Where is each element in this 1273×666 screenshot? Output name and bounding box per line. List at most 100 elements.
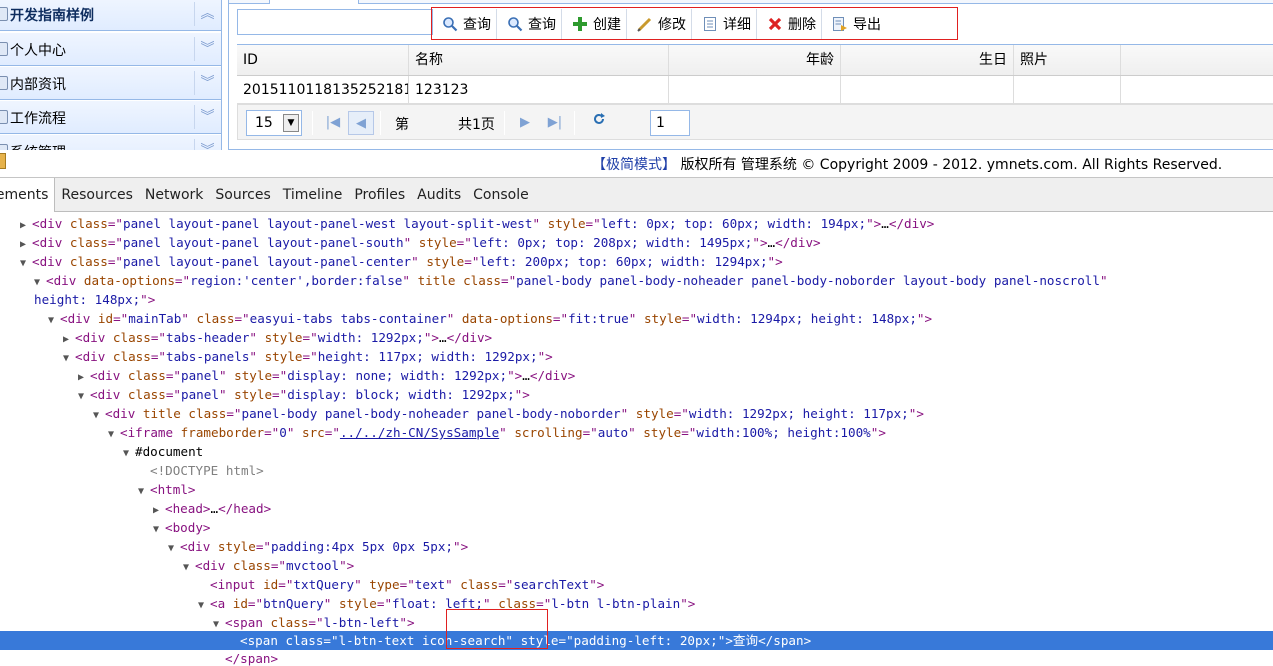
dom-node[interactable]: <!DOCTYPE html> xyxy=(0,461,1273,480)
page-prefix: 第 xyxy=(395,117,409,133)
toolbar: 查询 查询 创建 修改 详细 删除 导出 xyxy=(431,7,958,40)
sidebar-item-label: 内部资讯 xyxy=(10,77,66,93)
column-header-name[interactable]: 名称 xyxy=(409,45,669,75)
column-header-id[interactable]: ID xyxy=(237,45,409,75)
dom-node[interactable]: ▼ <div class="panel" style="display: bloc… xyxy=(0,385,1273,404)
cell-photo xyxy=(1014,76,1121,103)
export-icon xyxy=(831,15,849,33)
sidebar-item-workflow[interactable]: 工作流程 ︾ xyxy=(0,101,221,134)
next-page-icon[interactable]: ▶ xyxy=(512,111,538,135)
dom-node[interactable]: ▶ <div class="panel" style="display: none… xyxy=(0,366,1273,385)
app-icon xyxy=(0,153,6,169)
column-header-birthday[interactable]: 生日 xyxy=(841,45,1014,75)
dom-node-continuation: height: 148px;"> xyxy=(34,292,156,307)
document-icon xyxy=(701,15,719,33)
sidebar-item-label: 工作流程 xyxy=(10,111,66,127)
dom-node[interactable]: ▼ <div id="mainTab" class="easyui-tabs ta… xyxy=(0,309,1273,328)
dom-node[interactable]: ▼ <div class="tabs-panels" style="height:… xyxy=(0,347,1273,366)
search-icon xyxy=(506,15,524,33)
dom-node[interactable]: ▼ <span class="l-btn-left"> xyxy=(0,613,1273,632)
cell-birthday xyxy=(841,76,1014,103)
delete-x-icon xyxy=(766,15,784,33)
pencil-icon xyxy=(636,15,654,33)
search-input[interactable] xyxy=(237,9,433,35)
simple-mode-link[interactable]: 【极简模式】 xyxy=(592,157,676,173)
column-header-age[interactable]: 年龄 xyxy=(669,45,841,75)
edit-button[interactable]: 修改 xyxy=(627,8,692,39)
dom-tree: ▶ <div class="panel layout-panel layout-p… xyxy=(0,214,1273,666)
tab-network[interactable]: Network xyxy=(139,178,209,212)
table-row[interactable]: 2015110118135252181 123123 xyxy=(237,76,1273,104)
dom-node[interactable]: ▼ <body> xyxy=(0,518,1273,537)
chevron-up-icon[interactable]: ︽ xyxy=(194,2,220,26)
chevron-down-icon[interactable]: ︾ xyxy=(194,71,220,95)
dropdown-arrow-icon: ▼ xyxy=(283,114,299,132)
sidebar-item-label: 开发指南样例 xyxy=(10,8,94,24)
tab-active[interactable] xyxy=(269,0,359,4)
pager-separator xyxy=(380,111,381,135)
chevron-down-icon[interactable]: ︾ xyxy=(194,139,220,150)
sidebar-item-label: 系统管理 xyxy=(10,142,66,150)
dom-node[interactable]: ▶ <head>…</head> xyxy=(0,499,1273,518)
dom-node[interactable]: ▶ <div class="panel layout-panel layout-p… xyxy=(0,233,1273,252)
dom-node-selected[interactable]: <span class="l-btn-text icon-search" sty… xyxy=(0,631,1273,650)
tab-sources[interactable]: Sources xyxy=(209,178,276,212)
prev-page-icon[interactable]: ◀ xyxy=(348,111,374,135)
pager-separator xyxy=(312,111,313,135)
footer-text: 【极简模式】 版权所有 管理系统 © Copyright 2009 - 2012… xyxy=(592,154,1222,174)
dom-node[interactable]: ▼ <div style="padding:4px 5px 0px 5px;"> xyxy=(0,537,1273,556)
plus-icon xyxy=(571,15,589,33)
query-button[interactable]: 查询 xyxy=(432,8,497,39)
sidebar-item-internal-news[interactable]: 内部资讯 ︾ xyxy=(0,67,221,100)
dom-node[interactable]: ▼ <div data-options="region:'center',bord… xyxy=(0,271,1273,290)
delete-button[interactable]: 删除 xyxy=(757,8,822,39)
dom-node[interactable]: ▼ <iframe frameborder="0" src="../../zh-C… xyxy=(0,423,1273,442)
export-button[interactable]: 导出 xyxy=(822,9,886,39)
chevron-down-icon[interactable]: ︾ xyxy=(194,105,220,129)
page-size-select[interactable]: 15 ▼ xyxy=(246,110,302,136)
chevron-down-icon[interactable]: ︾ xyxy=(194,37,220,61)
dom-node[interactable]: ▼ #document xyxy=(0,442,1273,461)
page-number-input[interactable] xyxy=(650,110,690,136)
sidebar-item-dev-guide[interactable]: 开发指南样例 ︽ xyxy=(0,0,221,31)
detail-button[interactable]: 详细 xyxy=(692,8,757,39)
tabs-header xyxy=(229,0,1273,4)
page-total: 共1页 xyxy=(458,117,495,133)
create-button[interactable]: 创建 xyxy=(562,8,627,39)
tab-console[interactable]: Console xyxy=(467,178,535,212)
last-page-icon[interactable]: ▶| xyxy=(542,111,568,135)
sidebar-item-system-admin[interactable]: 系统管理 ︾ xyxy=(0,135,221,150)
folder-icon xyxy=(0,110,8,124)
data-grid: ID 名称 年龄 生日 照片 2015110118135252181 12312… xyxy=(237,44,1273,104)
first-page-icon[interactable]: |◀ xyxy=(320,111,346,135)
dom-node[interactable]: ▼ <html> xyxy=(0,480,1273,499)
sidebar-item-personal-center[interactable]: 个人中心 ︾ xyxy=(0,33,221,66)
dom-node[interactable]: ▼ <div class="mvctool"> xyxy=(0,556,1273,575)
dom-node[interactable]: </span> xyxy=(0,649,1273,666)
column-header-photo[interactable]: 照片 xyxy=(1014,45,1121,75)
dom-node[interactable]: ▼ <div title class="panel-body panel-body… xyxy=(0,404,1273,423)
dom-node[interactable]: ▶ <div class="panel layout-panel layout-p… xyxy=(0,214,1273,233)
tab-profiles[interactable]: Profiles xyxy=(348,178,411,212)
dom-node[interactable]: ▼ <div class="panel layout-panel layout-p… xyxy=(0,252,1273,271)
tab-resources[interactable]: Resources xyxy=(55,178,139,212)
copyright-text: 版权所有 管理系统 © Copyright 2009 - 2012. ymnet… xyxy=(676,157,1223,173)
cell-name: 123123 xyxy=(409,76,669,103)
query-button-2[interactable]: 查询 xyxy=(497,8,562,39)
devtools-tabbar: lements Resources Network Sources Timeli… xyxy=(0,177,1273,212)
sidebar-item-label: 个人中心 xyxy=(10,43,66,59)
dom-node[interactable]: <input id="txtQuery" type="text" class="… xyxy=(0,575,1273,594)
tab-audits[interactable]: Audits xyxy=(411,178,467,212)
dom-node[interactable]: ▼ <a id="btnQuery" style="float: left;" c… xyxy=(0,594,1273,613)
tab-elements[interactable]: lements xyxy=(0,177,56,212)
pager-separator xyxy=(504,111,505,135)
refresh-icon[interactable] xyxy=(586,111,612,135)
sidebar-accordion: 开发指南样例 ︽ 个人中心 ︾ 内部资讯 ︾ 工作流程 ︾ 系统管理 ︾ xyxy=(0,0,222,150)
tab-timeline[interactable]: Timeline xyxy=(277,178,349,212)
cell-age xyxy=(669,76,841,103)
cell-id: 2015110118135252181 xyxy=(237,76,409,103)
center-panel: 查询 查询 创建 修改 详细 删除 导出 ID 名称 年龄 生日 照片 2015… xyxy=(228,0,1273,150)
dom-node[interactable]: ▶ <div class="tabs-header" style="width: … xyxy=(0,328,1273,347)
folder-icon xyxy=(0,76,8,90)
pagination-bar: 15 ▼ |◀ ◀ 第 共1页 ▶ ▶| xyxy=(237,104,1273,140)
